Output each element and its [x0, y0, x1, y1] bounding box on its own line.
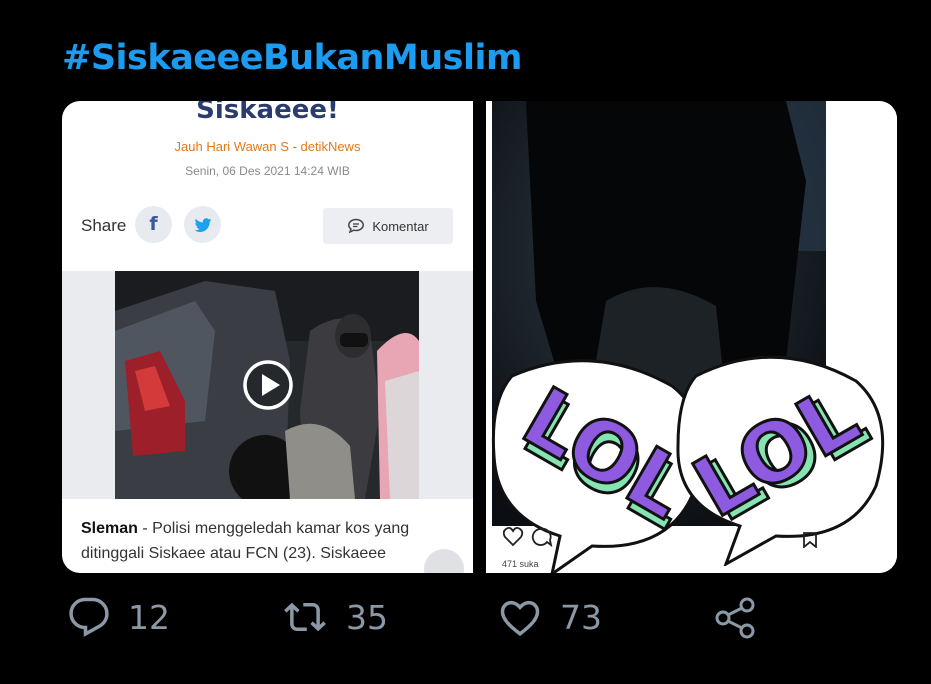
reply-icon: [69, 597, 109, 637]
retweet-icon: [284, 602, 326, 632]
like-button[interactable]: 73: [498, 596, 602, 638]
tweet-actions: 12 35 73: [0, 596, 931, 656]
lol-sticker-right: LOL LOL: [676, 355, 885, 566]
bookmark-icon: [803, 532, 817, 548]
article-date: Senin, 06 Des 2021 14:24 WIB: [185, 164, 350, 178]
tweet-media[interactable]: Siskaeee! Jauh Hari Wawan S - detikNews …: [62, 101, 897, 573]
article-body: Sleman - Polisi menggeledah kamar kos ya…: [81, 516, 461, 566]
share-icon: [715, 597, 755, 639]
hashtag-link[interactable]: #SiskaeeeBukanMuslim: [62, 38, 522, 78]
comment-icon: [531, 527, 553, 548]
speech-bubble-icon: [348, 218, 365, 234]
share-label: Share: [81, 216, 127, 235]
facebook-icon: f: [135, 206, 172, 243]
twitter-bird-icon: [184, 206, 221, 243]
article-title: Siskaeee!: [196, 101, 339, 125]
article-author: Jauh Hari Wawan S - detikNews: [174, 139, 361, 154]
reply-button[interactable]: 12: [68, 596, 170, 638]
media-image-article[interactable]: Siskaeee! Jauh Hari Wawan S - detikNews …: [62, 101, 473, 573]
share-button[interactable]: [714, 596, 758, 640]
retweet-button[interactable]: 35: [282, 596, 388, 638]
comment-button-label: Komentar: [372, 218, 429, 234]
media-image-instagram[interactable]: LOL LOL LOL LOL 471 suka: [486, 101, 897, 573]
reply-count: 12: [128, 597, 170, 637]
article-location: Sleman: [81, 520, 138, 537]
like-count: 73: [560, 597, 602, 637]
comment-button: Komentar: [323, 208, 453, 244]
instagram-likes: 471 suka: [502, 559, 539, 569]
heart-icon: [502, 526, 524, 547]
play-icon: [243, 360, 293, 410]
retweet-count: 35: [346, 597, 388, 637]
heart-icon: [500, 600, 540, 636]
instagram-action-icons: [502, 526, 563, 553]
